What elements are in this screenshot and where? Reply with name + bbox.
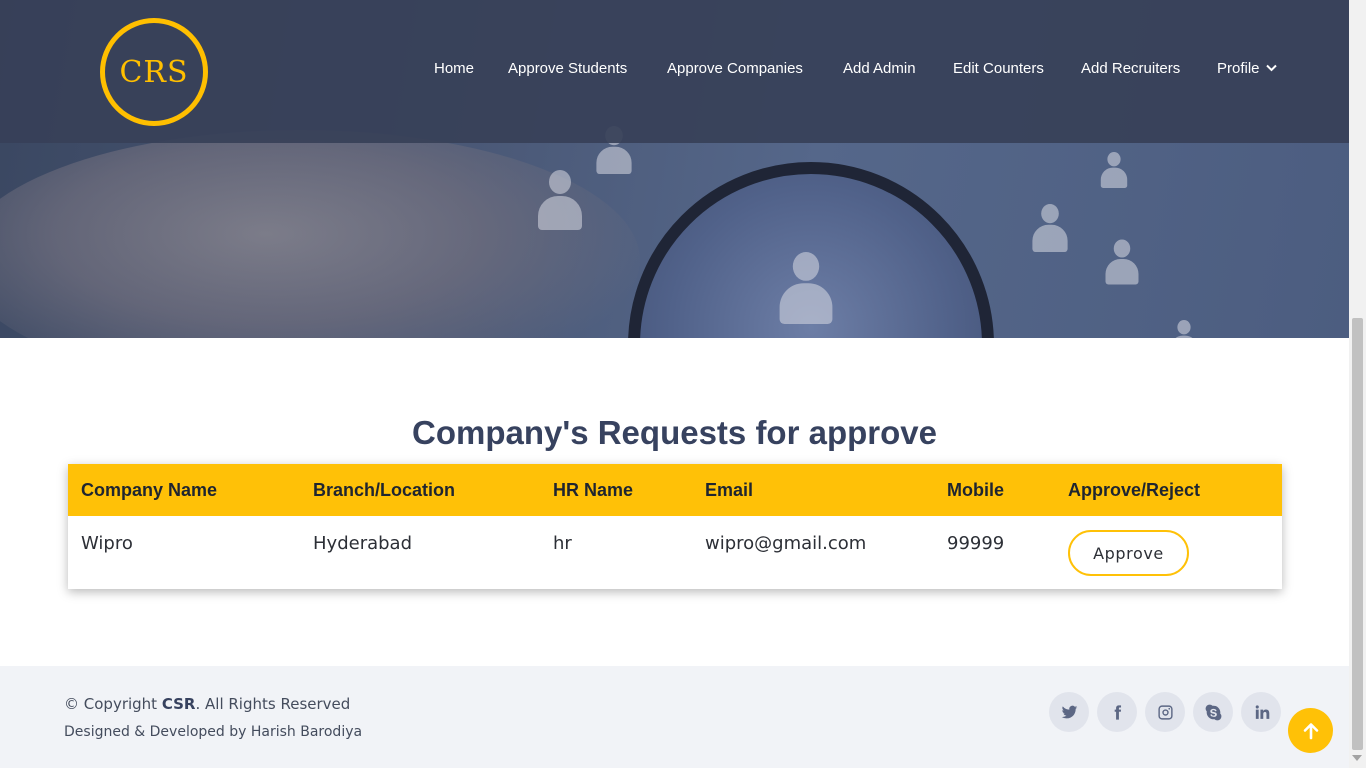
nav-item-home[interactable]: Home bbox=[434, 60, 474, 77]
hero-hand-image bbox=[0, 130, 640, 338]
cell-hr-name: hr bbox=[553, 533, 572, 554]
nav-item-add-recruiters[interactable]: Add Recruiters bbox=[1081, 60, 1180, 77]
copyright-text: © Copyright CSR. All Rights Reserved bbox=[64, 695, 350, 713]
column-header-approve-reject: Approve/Reject bbox=[1068, 480, 1201, 500]
table-header-row: Company Name Branch/Location HR Name Ema… bbox=[68, 464, 1282, 516]
site-footer: © Copyright CSR. All Rights Reserved Des… bbox=[0, 666, 1349, 768]
column-header-mobile: Mobile bbox=[947, 480, 1004, 500]
nav-item-approve-companies[interactable]: Approve Companies bbox=[667, 60, 803, 77]
site-logo[interactable]: CRS bbox=[100, 18, 208, 126]
cell-branch: Hyderabad bbox=[313, 533, 412, 554]
skype-icon bbox=[1205, 704, 1221, 720]
copyright-brand: CSR bbox=[161, 695, 196, 713]
back-to-top-button[interactable] bbox=[1288, 708, 1333, 753]
nav-item-add-admin[interactable]: Add Admin bbox=[843, 60, 916, 77]
nav-item-approve-students[interactable]: Approve Students bbox=[508, 60, 627, 77]
arrow-up-icon bbox=[1303, 722, 1318, 739]
column-header-company-name: Company Name bbox=[81, 480, 218, 500]
skype-link[interactable] bbox=[1193, 692, 1233, 732]
cell-company-name: Wipro bbox=[81, 533, 133, 554]
person-silhouette-icon bbox=[1032, 204, 1068, 252]
instagram-link[interactable] bbox=[1145, 692, 1185, 732]
nav-item-profile[interactable]: Profile bbox=[1217, 60, 1277, 77]
person-silhouette-icon bbox=[538, 170, 582, 230]
scrollbar-thumb[interactable] bbox=[1352, 318, 1363, 750]
column-header-branch: Branch/Location bbox=[313, 480, 456, 500]
linkedin-link[interactable] bbox=[1241, 692, 1281, 732]
scroll-down-arrow-icon[interactable] bbox=[1352, 755, 1362, 761]
designed-by-text: Designed & Developed by Harish Barodiya bbox=[64, 724, 363, 740]
cell-mobile: 99999 bbox=[947, 533, 1005, 554]
column-header-hr-name: HR Name bbox=[553, 480, 634, 500]
twitter-link[interactable] bbox=[1049, 692, 1089, 732]
person-silhouette-icon bbox=[1105, 239, 1139, 285]
person-silhouette-icon bbox=[779, 252, 833, 324]
site-header: CRS Home Approve Students Approve Compan… bbox=[0, 0, 1349, 143]
cell-email: wipro@gmail.com bbox=[705, 533, 867, 554]
chevron-down-icon bbox=[1265, 63, 1277, 75]
logo-text: CRS bbox=[119, 54, 189, 90]
person-silhouette-icon bbox=[1100, 152, 1128, 188]
copyright-suffix: . All Rights Reserved bbox=[195, 695, 351, 713]
approve-button[interactable]: Approve bbox=[1068, 530, 1189, 576]
facebook-icon bbox=[1114, 704, 1121, 720]
company-requests-table: Company Name Branch/Location HR Name Ema… bbox=[68, 464, 1282, 589]
column-header-email: Email bbox=[705, 480, 754, 500]
page-title: Company's Requests for approve bbox=[412, 414, 937, 451]
linkedin-icon bbox=[1255, 704, 1269, 719]
copyright-prefix: © Copyright bbox=[64, 695, 162, 713]
nav-item-profile-label: Profile bbox=[1217, 60, 1260, 77]
nav-item-edit-counters[interactable]: Edit Counters bbox=[953, 60, 1044, 77]
twitter-icon bbox=[1061, 705, 1077, 718]
person-silhouette-icon bbox=[1170, 320, 1198, 338]
facebook-link[interactable] bbox=[1097, 692, 1137, 732]
instagram-icon bbox=[1157, 704, 1173, 720]
